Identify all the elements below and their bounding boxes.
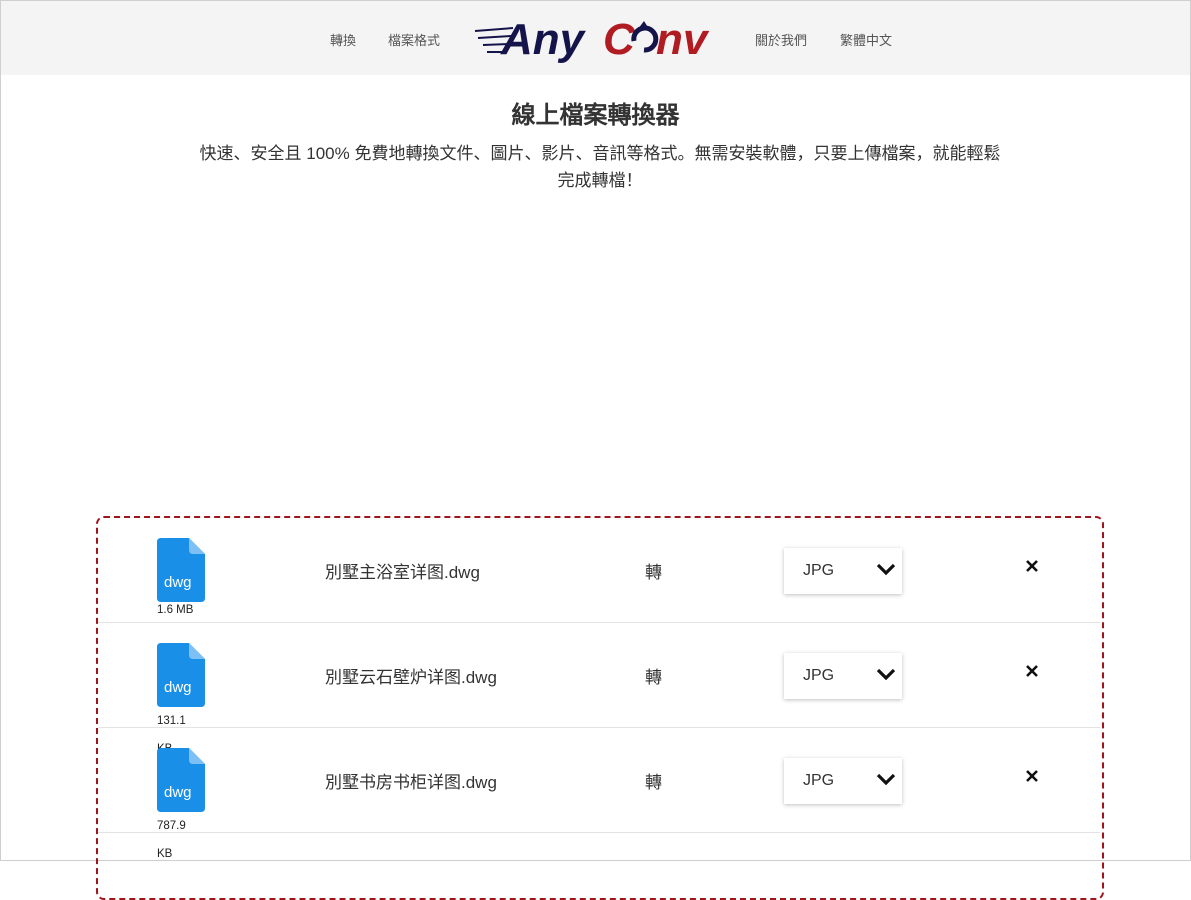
logo-refresh-o-icon [631,21,659,53]
chevron-down-icon [876,563,896,576]
file-extension-label: dwg [164,574,192,591]
anyconv-logo[interactable]: Any C nv [473,7,723,67]
logo-text-c: C [603,15,636,64]
convert-to-label: 轉 [645,773,662,792]
nav-formats-link[interactable]: 檔案格式 [388,30,440,49]
file-name: 別墅云石壁炉详图.dwg [325,668,497,687]
format-select-value: JPG [803,562,835,579]
document-icon: dwg [157,643,205,707]
page-title: 線上檔案轉換器 [511,102,680,129]
format-select-value: JPG [803,667,835,684]
convert-to-label: 轉 [645,668,662,687]
top-navigation-bar: 轉換 檔案格式 Any C nv 關於我們 繁體中文 [1,1,1190,75]
document-icon: dwg [157,748,205,812]
nav-language-link[interactable]: 繁體中文 [840,30,892,49]
convert-to-label: 轉 [645,563,662,582]
close-icon [1026,665,1038,677]
file-row: dwg 1.6 MB 別墅主浴室详图.dwg 轉 JPG [98,518,1100,623]
nav-convert-link[interactable]: 轉換 [330,30,356,49]
file-row: dwg 787.9 KB 別墅书房书柜详图.dwg 轉 JPG [98,728,1100,860]
logo-text-any: Any [500,15,587,64]
remove-file-button[interactable] [1024,768,1040,784]
logo-text-nv: nv [656,15,710,64]
file-extension-label: dwg [164,784,192,801]
page-subtitle: 快速、安全且 100% 免費地轉換文件、圖片、影片、音訊等格式。無需安裝軟體，只… [199,144,1001,190]
remove-file-button[interactable] [1024,663,1040,679]
file-name: 別墅主浴室详图.dwg [325,563,480,582]
file-name: 別墅书房书柜详图.dwg [325,773,497,792]
format-select-value: JPG [803,772,835,789]
close-icon [1026,770,1038,782]
remove-file-button[interactable] [1024,558,1040,574]
chevron-down-icon [876,668,896,681]
chevron-down-icon [876,773,896,786]
file-row: dwg 131.1 KB 別墅云石壁炉详图.dwg 轉 JPG [98,623,1100,755]
nav-about-link[interactable]: 關於我們 [755,30,807,49]
document-icon: dwg [157,538,205,602]
close-icon [1026,560,1038,572]
file-extension-label: dwg [164,679,192,696]
file-size: 1.6 MB [157,604,194,616]
format-select[interactable]: JPG [784,758,902,804]
format-select[interactable]: JPG [784,548,902,594]
file-size: 787.9 KB [157,820,186,860]
format-select[interactable]: JPG [784,653,902,699]
